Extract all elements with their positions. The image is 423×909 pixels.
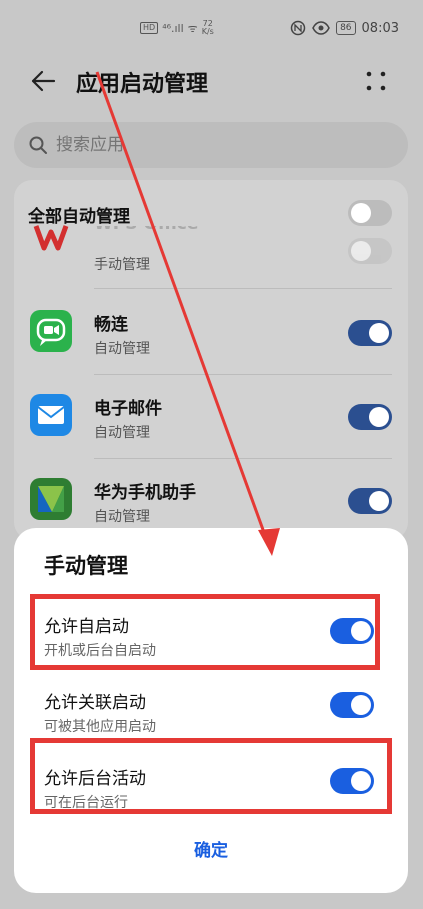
app-row-changlian[interactable]: 畅连 自动管理	[14, 290, 408, 374]
battery-icon: 86	[336, 21, 356, 35]
app-list-card: 全部自动管理 WPS Office 手动管理 畅连 自动管理 电子邮件 自动管理…	[14, 180, 408, 540]
option-allow-background-activity[interactable]: 允许后台活动 可在后台运行	[14, 754, 408, 826]
network-speed: 72 K/s	[201, 19, 214, 36]
sheet-title: 手动管理	[44, 554, 128, 578]
app-toggle-email[interactable]	[348, 404, 392, 430]
back-arrow-icon[interactable]	[30, 68, 56, 94]
email-icon	[30, 394, 72, 436]
screen: HD ⁴⁶.ıll ᯤ 72 K/s 86 08:03 应用启动管理 搜索应用 …	[0, 0, 423, 909]
app-toggle-wps[interactable]	[348, 238, 392, 264]
option-label: 允许后台活动	[44, 769, 146, 789]
confirm-button[interactable]: 确定	[14, 836, 408, 861]
option-desc: 可在后台运行	[44, 795, 128, 811]
wifi-icon: ᯤ	[187, 21, 198, 35]
changlian-icon	[30, 310, 72, 352]
search-input[interactable]	[56, 135, 275, 155]
app-status: 自动管理	[94, 509, 150, 525]
manual-manage-sheet: 手动管理 允许自启动 开机或后台自启动 允许关联启动 可被其他应用启动 允许后台…	[14, 528, 408, 893]
signal-icon: ⁴⁶.ıll	[162, 21, 184, 35]
option-label: 允许自启动	[44, 617, 129, 637]
toggle-allow-background-activity[interactable]	[330, 768, 374, 794]
option-label: 允许关联启动	[44, 693, 146, 713]
status-bar: HD ⁴⁶.ıll ᯤ 72 K/s 86 08:03	[0, 0, 423, 56]
eye-icon	[312, 21, 330, 35]
option-desc: 可被其他应用启动	[44, 719, 156, 735]
app-row-email[interactable]: 电子邮件 自动管理	[14, 374, 408, 458]
app-toggle-changlian[interactable]	[348, 320, 392, 346]
more-options-icon[interactable]	[365, 70, 387, 92]
toggle-allow-associated-start[interactable]	[330, 692, 374, 718]
clock: 08:03	[361, 20, 399, 36]
search-bar[interactable]	[14, 122, 408, 168]
app-status: 自动管理	[94, 425, 150, 441]
nfc-icon	[290, 20, 306, 36]
app-name: 电子邮件	[94, 399, 162, 419]
option-allow-auto-start[interactable]: 允许自启动 开机或后台自启动	[14, 602, 408, 674]
app-toggle-hisuite[interactable]	[348, 488, 392, 514]
app-status: 自动管理	[94, 341, 150, 357]
hisuite-icon	[30, 478, 72, 520]
option-allow-associated-start[interactable]: 允许关联启动 可被其他应用启动	[14, 678, 408, 750]
app-status: 手动管理	[94, 257, 150, 273]
option-desc: 开机或后台自启动	[44, 643, 156, 659]
page-title: 应用启动管理	[76, 72, 209, 97]
wps-icon	[33, 225, 69, 251]
toggle-allow-auto-start[interactable]	[330, 618, 374, 644]
app-header: 应用启动管理	[0, 56, 423, 112]
app-name: 华为手机助手	[94, 483, 196, 503]
search-icon	[29, 136, 47, 154]
app-row-wps[interactable]: WPS Office 手动管理	[14, 220, 408, 280]
hd-icon: HD	[140, 22, 159, 34]
app-name: 畅连	[94, 315, 128, 335]
divider	[94, 288, 392, 289]
